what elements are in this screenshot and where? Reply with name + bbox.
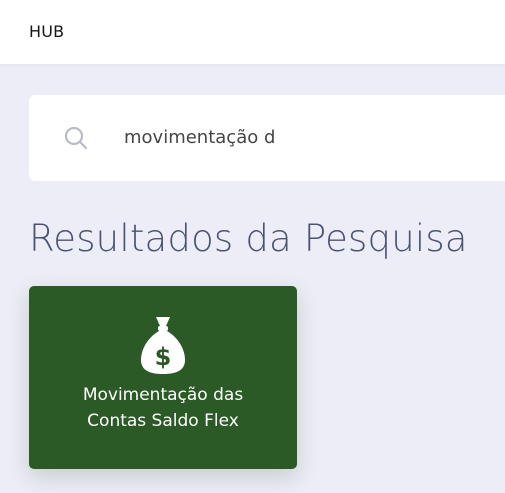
- results-title: Resultados da Pesquisa: [29, 217, 468, 260]
- money-bag-icon: $: [139, 314, 187, 376]
- top-bar: HUB: [0, 0, 505, 64]
- result-card-label-line1: Movimentação das: [82, 385, 244, 405]
- search-icon[interactable]: [63, 125, 89, 151]
- result-card-movimentacao[interactable]: $ Movimentação das Contas Saldo Flex: [29, 286, 297, 469]
- result-card-label-line2: Contas Saldo Flex: [87, 411, 239, 431]
- app-title: HUB: [29, 22, 65, 41]
- svg-text:$: $: [155, 343, 172, 371]
- search-input[interactable]: [124, 118, 484, 156]
- result-card-label: Movimentação das Contas Saldo Flex: [29, 382, 297, 434]
